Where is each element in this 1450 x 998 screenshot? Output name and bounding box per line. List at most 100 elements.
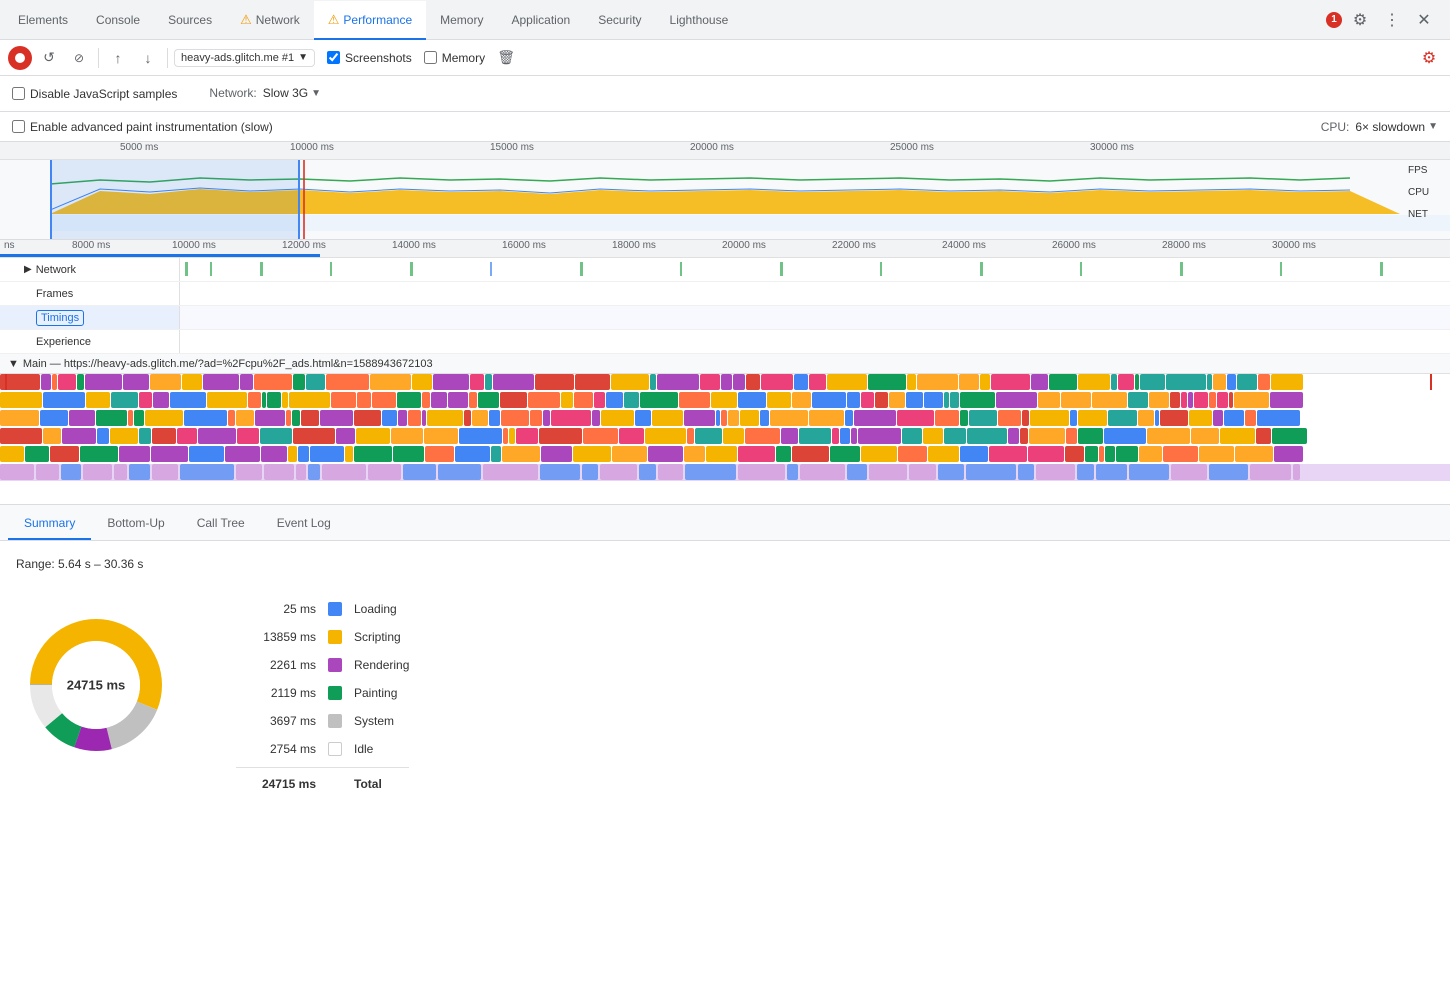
adv-paint-checkbox[interactable] — [12, 120, 25, 133]
refresh-icon[interactable]: ↺ — [36, 45, 62, 71]
flame-cell — [1111, 374, 1117, 390]
memory-checkbox[interactable] — [424, 51, 437, 64]
flame-cell — [320, 410, 353, 426]
flame-cell — [1194, 392, 1208, 408]
flame-cell-purple — [787, 464, 798, 480]
btab-summary[interactable]: Summary — [8, 508, 91, 540]
btab-calltree[interactable]: Call Tree — [181, 508, 261, 540]
flame-cell — [1209, 392, 1216, 408]
flame-cell — [491, 446, 501, 462]
ov-label-10000: 10000 ms — [290, 142, 334, 153]
red-marker-top-right — [1430, 374, 1432, 390]
flame-cell-purple — [438, 464, 481, 480]
flame-cell — [875, 392, 888, 408]
flame-cell — [543, 410, 550, 426]
flame-cell — [260, 428, 292, 444]
more-icon[interactable]: ⋮ — [1378, 6, 1406, 34]
options-bar2: Enable advanced paint instrumentation (s… — [0, 112, 1450, 142]
flame-cell — [326, 374, 369, 390]
flame-cell — [1140, 374, 1165, 390]
flame-cell — [398, 410, 407, 426]
track-network-label[interactable]: ▶ Network — [0, 258, 180, 281]
flame-cell — [652, 410, 683, 426]
flame-cell — [448, 392, 468, 408]
rendering-swatch — [328, 658, 342, 672]
disable-js-label[interactable]: Disable JavaScript samples — [12, 87, 177, 101]
flame-cell — [516, 428, 538, 444]
flame-cell-purple — [658, 464, 683, 480]
upload-icon[interactable]: ↑ — [105, 45, 131, 71]
flame-cell-purple — [1018, 464, 1034, 480]
flame-cell — [128, 410, 133, 426]
tab-sources[interactable]: Sources — [154, 1, 226, 40]
flame-chart[interactable] — [0, 374, 1450, 486]
flame-cell — [1138, 410, 1154, 426]
download-icon[interactable]: ↓ — [135, 45, 161, 71]
disable-js-checkbox[interactable] — [12, 87, 25, 100]
flame-cell-purple — [36, 464, 59, 480]
tab-bar: Elements Console Sources ⚠ Network ⚠ Per… — [0, 0, 1450, 40]
flame-cell-purple — [368, 464, 401, 480]
tab-network[interactable]: ⚠ Network — [226, 1, 314, 40]
flame-cell-purple — [800, 464, 845, 480]
stop-icon[interactable]: ⊘ — [66, 45, 92, 71]
flame-cell — [289, 392, 330, 408]
flame-cell-purple — [966, 464, 1016, 480]
settings-gear-icon[interactable]: ⚙ — [1416, 45, 1442, 71]
btab-eventlog[interactable]: Event Log — [261, 508, 347, 540]
tab-bar-right: 1 ⚙ ⋮ ✕ — [1318, 0, 1446, 39]
close-icon[interactable]: ✕ — [1410, 6, 1438, 34]
cpu-opt-value[interactable]: 6× slowdown ▼ — [1355, 120, 1438, 134]
record-button[interactable] — [8, 46, 32, 70]
track-frames-label[interactable]: Frames — [0, 282, 180, 305]
ruler-12000: 12000 ms — [282, 240, 326, 251]
flame-cell — [959, 374, 979, 390]
performance-warn-icon: ⚠ — [328, 12, 340, 28]
flame-cell — [248, 392, 261, 408]
flame-cell — [1118, 374, 1134, 390]
trash-icon[interactable]: 🗑 — [493, 45, 519, 71]
tab-memory[interactable]: Memory — [426, 1, 497, 40]
flame-cell — [177, 428, 197, 444]
flame-cell — [700, 374, 720, 390]
flame-cell — [868, 374, 906, 390]
overview-area[interactable]: 5000 ms 10000 ms 15000 ms 20000 ms 25000… — [0, 142, 1450, 240]
flame-cell — [225, 446, 260, 462]
flame-cell-purple — [1129, 464, 1169, 480]
flame-cell — [110, 428, 138, 444]
flame-cell — [1199, 446, 1234, 462]
flame-cell — [478, 392, 499, 408]
adv-paint-label[interactable]: Enable advanced paint instrumentation (s… — [12, 120, 273, 134]
track-experience-label[interactable]: Experience — [0, 330, 180, 353]
flame-cell — [760, 410, 769, 426]
flame-cell — [111, 392, 138, 408]
flame-cell — [858, 428, 901, 444]
profile-select[interactable]: heavy-ads.glitch.me #1 ▼ — [174, 49, 315, 67]
tab-security[interactable]: Security — [584, 1, 655, 40]
flame-cell — [684, 446, 705, 462]
flame-cell — [372, 392, 396, 408]
settings-icon[interactable]: ⚙ — [1346, 6, 1374, 34]
screenshots-checkbox[interactable] — [327, 51, 340, 64]
ruler-24000: 24000 ms — [942, 240, 986, 251]
flame-cell — [687, 428, 694, 444]
tab-console[interactable]: Console — [82, 1, 154, 40]
network-opt-value[interactable]: Slow 3G ▼ — [263, 86, 321, 100]
track-timings-content — [180, 306, 1450, 329]
select-arrow: ▼ — [298, 52, 308, 63]
tab-application[interactable]: Application — [497, 1, 584, 40]
tab-lighthouse[interactable]: Lighthouse — [656, 1, 743, 40]
flame-cell — [1234, 392, 1269, 408]
selection-overlay[interactable] — [50, 160, 300, 240]
track-timings-label[interactable]: Timings — [0, 306, 180, 329]
main-arrow: ▼ — [8, 358, 19, 370]
flame-cell — [1237, 374, 1257, 390]
flame-cell — [1213, 374, 1226, 390]
tab-performance[interactable]: ⚠ Performance — [314, 1, 426, 40]
flame-cell — [43, 392, 85, 408]
tab-elements[interactable]: Elements — [4, 1, 82, 40]
flame-cell — [151, 446, 188, 462]
btab-bottomup[interactable]: Bottom-Up — [91, 508, 180, 540]
flame-row-0 — [0, 374, 1450, 391]
flame-cell-purple — [1209, 464, 1248, 480]
